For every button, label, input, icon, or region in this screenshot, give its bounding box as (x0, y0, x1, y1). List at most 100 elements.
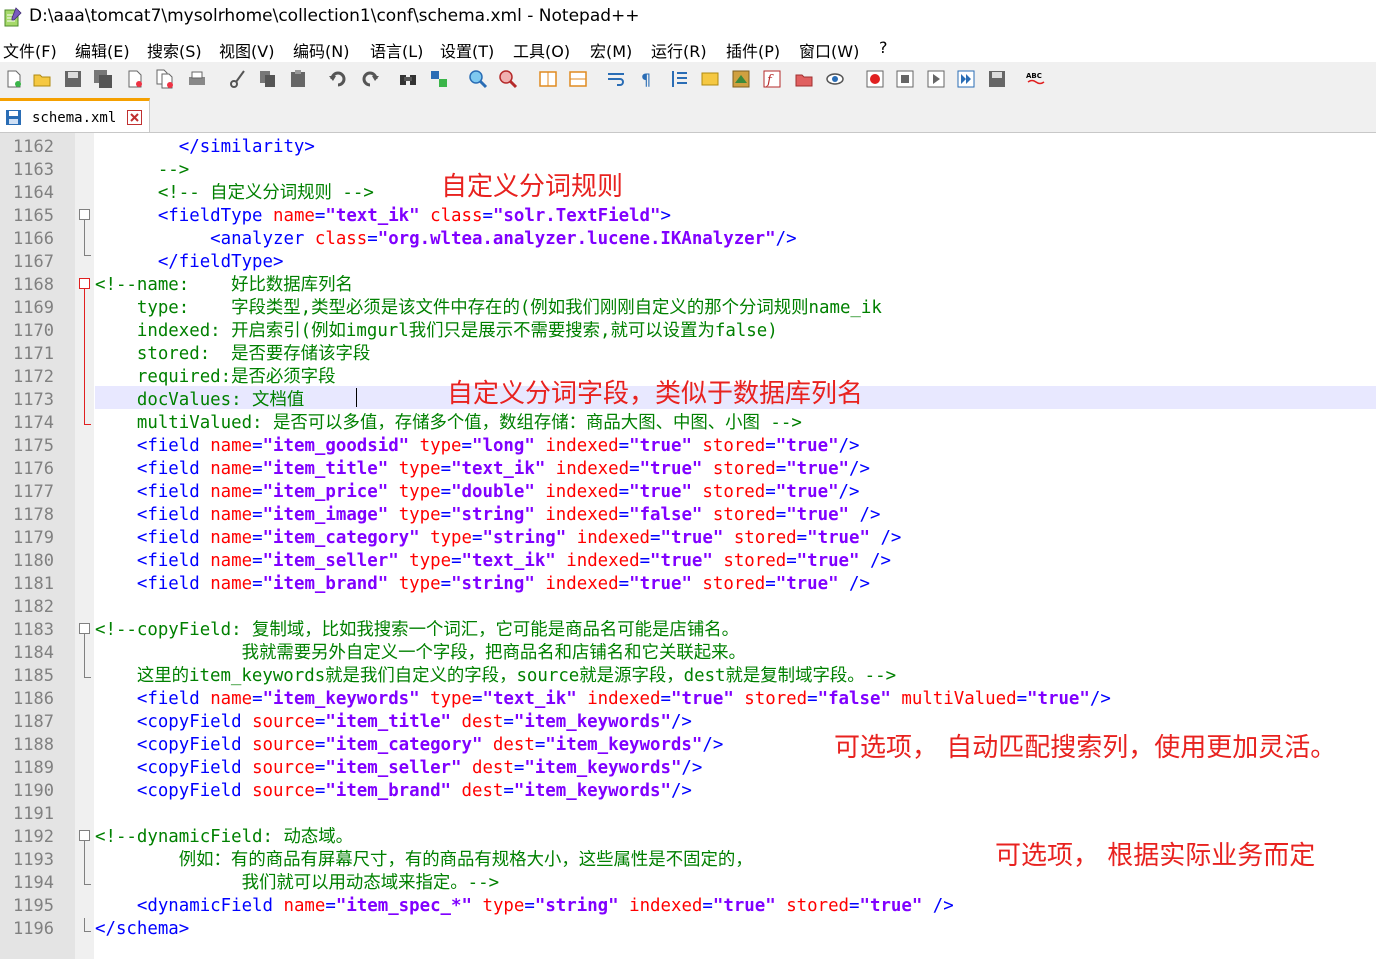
monitor-icon[interactable] (825, 69, 845, 89)
folder-workspace-icon[interactable] (794, 69, 814, 89)
record-macro-icon[interactable] (865, 69, 885, 89)
save-icon[interactable] (63, 69, 83, 89)
code-line[interactable]: <!--dynamicField: 动态域。 (95, 826, 353, 849)
code-token: <copyField (136, 781, 253, 801)
code-line[interactable]: <!--name: 好比数据库列名 (95, 274, 353, 297)
code-line[interactable]: <field name="item_image" type="string" i… (95, 504, 881, 527)
code-line[interactable]: <copyField source="item_brand" dest="ite… (95, 780, 692, 803)
code-line[interactable]: <!--copyField: 复制域，比如我搜索一个词汇，它可能是商品名可能是店… (95, 619, 739, 642)
code-line[interactable]: <field name="item_goodsid" type="long" i… (95, 435, 860, 458)
fold-toggle-icon[interactable] (79, 278, 90, 289)
code-line[interactable]: <field name="item_title" type="text_ik" … (95, 458, 870, 481)
new-file-icon[interactable] (4, 69, 24, 89)
sync-vertical-icon[interactable] (538, 69, 558, 89)
function-list-icon[interactable]: f (762, 69, 782, 89)
code-line[interactable]: <field name="item_brand" type="string" i… (95, 573, 870, 596)
menu-macro[interactable]: 宏(M) (590, 38, 632, 62)
code-line[interactable]: --> (95, 159, 189, 182)
code-token: name (210, 528, 253, 548)
sync-horizontal-icon[interactable] (568, 69, 588, 89)
show-all-chars-icon[interactable]: ¶ (637, 69, 657, 89)
print-icon[interactable] (187, 69, 207, 89)
menu-view[interactable]: 视图(V) (219, 38, 274, 62)
menu-plugins[interactable]: 插件(P) (726, 38, 780, 62)
tab-close-icon[interactable] (127, 110, 142, 125)
stop-record-icon[interactable] (895, 69, 915, 89)
code-line[interactable]: </similarity> (95, 136, 315, 159)
zoom-out-icon[interactable] (498, 69, 518, 89)
menu-settings[interactable]: 设置(T) (440, 38, 494, 62)
redo-icon[interactable] (360, 69, 380, 89)
code-token: "item_category" (325, 735, 483, 755)
udl-icon[interactable] (700, 69, 720, 89)
code-token: = (367, 229, 378, 249)
code-token: = (440, 505, 452, 525)
code-line[interactable]: <field name="item_price" type="double" i… (95, 481, 860, 504)
replace-icon[interactable] (429, 69, 449, 89)
menu-encoding[interactable]: 编码(N) (293, 38, 349, 62)
code-token: "true" (629, 436, 692, 456)
indent-guide-icon[interactable] (670, 69, 690, 89)
copy-icon[interactable] (258, 69, 278, 89)
menu-window[interactable]: 窗口(W) (799, 38, 859, 62)
play-macro-icon[interactable] (926, 69, 946, 89)
menu-search[interactable]: 搜索(S) (147, 38, 202, 62)
doc-map-icon[interactable] (731, 69, 751, 89)
code-line[interactable]: indexed: 开启索引(例如imgurl我们只是展示不需要搜索,就可以设置为… (95, 320, 778, 343)
code-line[interactable]: <field name="item_seller" type="text_ik"… (95, 550, 891, 573)
code-line[interactable]: 例如：有的商品有屏幕尺寸，有的商品有规格大小，这些属性是不固定的， (95, 849, 753, 872)
zoom-in-icon[interactable] (468, 69, 488, 89)
code-token: "true" (786, 505, 850, 525)
code-line[interactable]: <fieldType name="text_ik" class="solr.Te… (95, 205, 671, 228)
code-token: "string" (451, 505, 535, 525)
fold-toggle-icon[interactable] (79, 623, 90, 634)
code-line[interactable]: <dynamicField name="item_spec_*" type="s… (95, 895, 954, 918)
code-token: "item_seller" (325, 758, 462, 778)
undo-icon[interactable] (328, 69, 348, 89)
line-number: 1189 (13, 758, 54, 778)
menu-file[interactable]: 文件(F) (3, 38, 57, 62)
menu-edit[interactable]: 编辑(E) (75, 38, 130, 62)
fold-toggle-icon[interactable] (79, 830, 90, 841)
run-macro-multiple-icon[interactable] (956, 69, 976, 89)
code-line[interactable]: 这里的item_keywords就是我们自定义的字段，source就是源字段，d… (95, 665, 896, 688)
code-token: 例如：有的商品有屏幕尺寸，有的商品有规格大小，这些属性是不固定的， (95, 850, 753, 870)
menu-language[interactable]: 语言(L) (370, 38, 423, 62)
open-file-icon[interactable] (32, 69, 52, 89)
code-line[interactable]: <copyField source="item_seller" dest="it… (95, 757, 702, 780)
code-line[interactable]: stored: 是否要存储该字段 (95, 343, 370, 366)
code-line[interactable]: 我就需要另外自定义一个字段，把商品名和店铺名和它关联起来。 (95, 642, 746, 665)
cut-icon[interactable] (228, 69, 248, 89)
find-icon[interactable] (398, 69, 418, 89)
word-wrap-icon[interactable] (606, 69, 626, 89)
menu-tools[interactable]: 工具(O) (513, 38, 570, 62)
code-token: dest (471, 758, 514, 778)
code-token: name (210, 689, 253, 709)
code-line[interactable]: </fieldType> (95, 251, 284, 274)
code-line[interactable]: docValues: 文档值 (95, 389, 315, 412)
menu-run[interactable]: 运行(R) (651, 38, 707, 62)
code-line[interactable]: 我们就可以用动态域来指定。--> (95, 872, 500, 895)
menu-help[interactable]: ? (879, 38, 888, 57)
code-line[interactable]: <copyField source="item_title" dest="ite… (95, 711, 692, 734)
tab-schema-xml[interactable]: schema.xml (0, 98, 150, 132)
fold-toggle-icon[interactable] (79, 209, 90, 220)
code-token: "true" (775, 436, 839, 456)
code-line[interactable]: <field name="item_keywords" type="text_i… (95, 688, 1111, 711)
save-all-icon[interactable] (93, 69, 113, 89)
code-token: = (314, 735, 326, 755)
code-line[interactable]: multiValued: 是否可以多值，存储多个值，数组存储：商品大图、中图、小… (95, 412, 802, 435)
close-all-icon[interactable] (155, 69, 175, 89)
code-line[interactable]: </schema> (95, 918, 189, 941)
save-macro-icon[interactable] (987, 69, 1007, 89)
paste-icon[interactable] (288, 69, 308, 89)
code-line[interactable]: <analyzer class="org.wltea.analyzer.luce… (95, 228, 796, 251)
code-line[interactable]: required:是否必须字段 (95, 366, 336, 389)
spell-check-icon[interactable]: ABC (1025, 69, 1045, 89)
close-icon[interactable] (125, 69, 145, 89)
code-line[interactable]: <copyField source="item_category" dest="… (95, 734, 723, 757)
code-line[interactable]: <field name="item_category" type="string… (95, 527, 902, 550)
code-line[interactable]: type: 字段类型,类型必须是该文件中存在的(例如我们刚刚自定义的那个分词规则… (95, 297, 882, 320)
code-line[interactable]: <!-- 自定义分词规则 --> (95, 182, 374, 205)
